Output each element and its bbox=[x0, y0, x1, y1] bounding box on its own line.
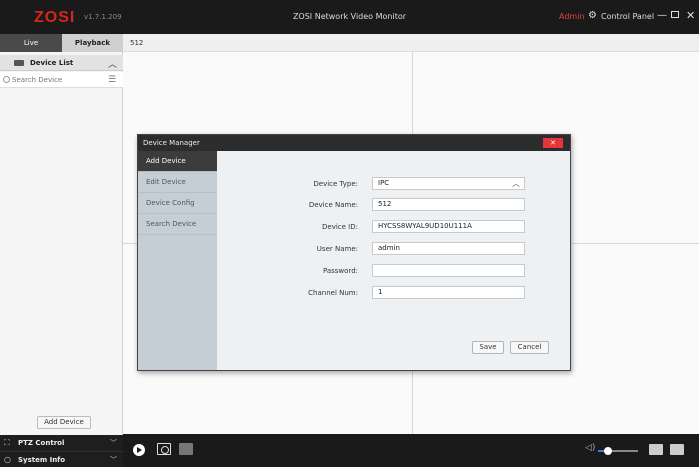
title-bar: ZOSI v1.7.1.209 ZOSI Network Video Monit… bbox=[0, 0, 699, 34]
cancel-button[interactable]: Cancel bbox=[510, 341, 549, 354]
channel-num-label: Channel Num: bbox=[308, 289, 358, 297]
layout-single-icon[interactable] bbox=[649, 444, 663, 455]
volume-icon[interactable]: ◁) bbox=[585, 443, 595, 453]
search-device-box: ☰ bbox=[0, 72, 123, 88]
layout-grid-icon[interactable] bbox=[670, 444, 684, 455]
device-type-label: Device Type: bbox=[313, 180, 358, 188]
ptz-control-row[interactable]: ⛶ PTZ Control ﹀ bbox=[0, 435, 123, 451]
chevron-down-icon[interactable]: ﹀ bbox=[110, 438, 117, 448]
device-name-label: Device Name: bbox=[308, 201, 358, 209]
chevron-up-icon: ︿ bbox=[512, 179, 520, 188]
tab-live[interactable]: Live bbox=[0, 34, 62, 52]
device-list-icon bbox=[14, 60, 24, 66]
system-info-icon: ○ bbox=[4, 455, 11, 464]
search-icon bbox=[3, 76, 10, 83]
minimize-icon[interactable]: — bbox=[657, 10, 667, 21]
list-view-icon[interactable]: ☰ bbox=[108, 75, 116, 85]
view-tab[interactable]: 512 bbox=[123, 34, 699, 52]
ptz-control-label: PTZ Control bbox=[18, 439, 65, 447]
device-id-field[interactable]: HYCSS8WYAL9UD10U111A bbox=[372, 220, 525, 233]
dialog-title: Device Manager bbox=[143, 139, 200, 147]
device-type-value: IPC bbox=[378, 179, 390, 187]
device-type-select[interactable]: IPC ︿ bbox=[372, 177, 525, 190]
dialog-title-bar: Device Manager ✕ bbox=[138, 135, 570, 151]
device-name-field[interactable]: 512 bbox=[372, 198, 525, 211]
control-panel-link[interactable]: Control Panel bbox=[601, 12, 654, 21]
nav-edit-device[interactable]: Edit Device bbox=[138, 172, 217, 193]
tab-playback[interactable]: Playback bbox=[62, 34, 123, 52]
system-info-label: System Info bbox=[18, 456, 66, 464]
save-button[interactable]: Save bbox=[472, 341, 504, 354]
volume-slider-handle[interactable] bbox=[604, 447, 612, 455]
channel-num-field[interactable]: 1 bbox=[372, 286, 525, 299]
nav-search-device[interactable]: Search Device bbox=[138, 214, 217, 235]
snapshot-icon[interactable] bbox=[157, 443, 171, 455]
gear-icon[interactable]: ⚙ bbox=[588, 10, 597, 21]
search-device-input[interactable] bbox=[12, 73, 92, 87]
bottom-toolbar: ◁) bbox=[123, 434, 699, 467]
nav-add-device[interactable]: Add Device bbox=[138, 151, 217, 172]
ptz-icon: ⛶ bbox=[4, 438, 10, 447]
close-icon[interactable]: ✕ bbox=[686, 9, 695, 22]
chevron-down-icon[interactable]: ﹀ bbox=[110, 455, 117, 465]
password-field[interactable] bbox=[372, 264, 525, 277]
record-icon[interactable] bbox=[179, 443, 193, 455]
device-id-label: Device ID: bbox=[322, 223, 358, 231]
dialog-close-button[interactable]: ✕ bbox=[543, 138, 563, 148]
system-info-row[interactable]: ○ System Info ﹀ bbox=[0, 451, 123, 467]
add-device-button[interactable]: Add Device bbox=[37, 416, 91, 429]
chevron-up-icon[interactable]: ︿ bbox=[108, 57, 117, 70]
sidebar: Live Playback Device List ︿ ☰ Add Device… bbox=[0, 34, 123, 467]
user-name-field[interactable]: admin bbox=[372, 242, 525, 255]
admin-user-link[interactable]: Admin bbox=[559, 12, 585, 21]
play-icon[interactable] bbox=[133, 444, 145, 456]
device-list-label: Device List bbox=[30, 59, 74, 67]
dialog-nav: Add Device Edit Device Device Config Sea… bbox=[138, 151, 217, 370]
maximize-icon[interactable] bbox=[671, 11, 679, 18]
device-manager-dialog: Device Manager ✕ Add Device Edit Device … bbox=[137, 134, 571, 371]
dialog-body: Device Type: IPC ︿ Device Name: 512 Devi… bbox=[217, 151, 570, 370]
nav-device-config[interactable]: Device Config bbox=[138, 193, 217, 214]
view-tab-label: 512 bbox=[130, 39, 144, 47]
device-list-header[interactable]: Device List ︿ bbox=[0, 55, 123, 71]
password-label: Password: bbox=[322, 267, 358, 275]
user-name-label: User Name: bbox=[316, 245, 358, 253]
